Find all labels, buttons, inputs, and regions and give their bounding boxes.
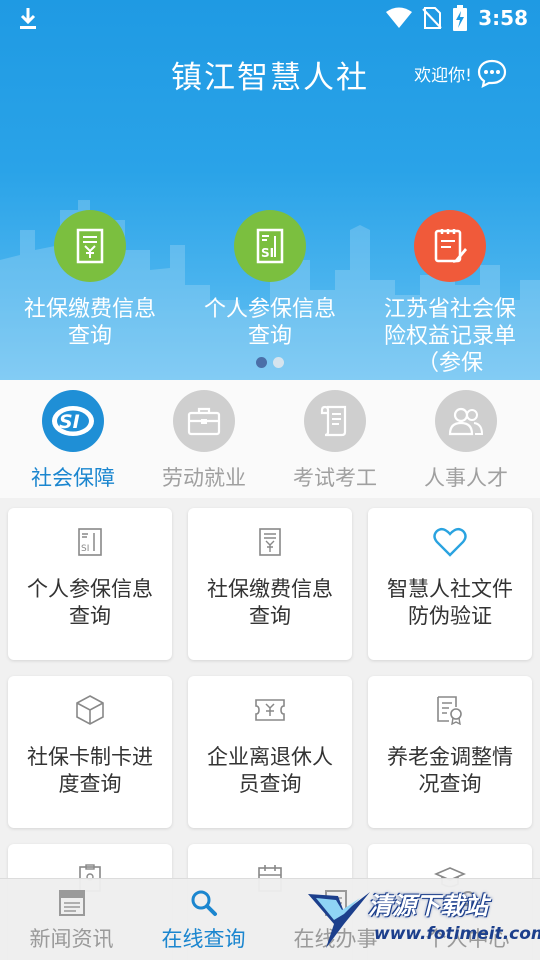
card-icon-wrap: [430, 522, 470, 562]
scroll-icon: [320, 405, 347, 437]
category-icon-circle: SI: [42, 390, 104, 452]
banner-pagination: [256, 357, 284, 368]
ticket-yen-icon: [255, 699, 285, 721]
si-card-icon: SI: [256, 228, 284, 264]
nav-label: 新闻资讯: [29, 927, 114, 951]
chat-bubble-icon: [477, 59, 507, 88]
download-icon: [20, 8, 36, 29]
card-icon-wrap: [430, 690, 470, 730]
tab-label: 考试考工: [293, 466, 377, 490]
card-label: 智慧人社文件防伪验证: [387, 577, 513, 628]
battery-charging-icon: [453, 5, 468, 31]
tab-label: 社会保障: [31, 466, 115, 490]
certificate-icon: [437, 696, 462, 725]
no-sim-icon: [422, 7, 442, 29]
service-card-retiree-query[interactable]: 企业离退休人员查询: [188, 676, 352, 828]
banner-icon-circle: SI: [234, 210, 306, 282]
tab-employment[interactable]: 劳动就业: [139, 390, 269, 492]
news-icon: [58, 890, 85, 916]
box-icon: [76, 695, 104, 725]
card-label: 社保卡制卡进度查询: [27, 745, 153, 796]
card-icon-wrap: [250, 690, 290, 730]
tab-social-security[interactable]: SI 社会保障: [8, 390, 138, 492]
category-tabs: SI 社会保障 劳动就业 考试考工 人事人才: [0, 380, 540, 498]
header-area: 3:58 镇江智慧人社 欢迎你! 社保缴费信息查询 SI 个人参保信息查询 江苏…: [0, 0, 540, 380]
service-card-document-verify[interactable]: 智慧人社文件防伪验证: [368, 508, 532, 660]
svg-text:SI: SI: [81, 544, 89, 554]
watermark-url: www.fotimeit.com: [374, 924, 540, 944]
nav-news[interactable]: 新闻资讯: [4, 887, 139, 953]
svg-text:SI: SI: [59, 411, 80, 433]
tab-exams[interactable]: 考试考工: [270, 390, 400, 492]
card-icon-wrap: [250, 522, 290, 562]
receipt-yen-icon: [259, 528, 281, 556]
card-icon-wrap: [70, 690, 110, 730]
banner-label: 社保缴费信息查询: [23, 297, 156, 349]
card-label: 养老金调整情况查询: [387, 745, 513, 796]
si-logo-icon: SI: [52, 406, 94, 436]
card-icon-wrap: SI: [70, 522, 110, 562]
category-icon-circle: [304, 390, 366, 452]
clipboard-pen-icon: [434, 229, 467, 263]
pagination-dot-active[interactable]: [256, 357, 267, 368]
service-card-payment-query[interactable]: 社保缴费信息查询: [188, 508, 352, 660]
service-card-card-progress[interactable]: 社保卡制卡进度查询: [8, 676, 172, 828]
watermark-name: 清源下载站: [368, 892, 488, 920]
status-time: 3:58: [478, 6, 528, 30]
banner-label: 江苏省社会保险权益记录单（参保: [383, 297, 516, 376]
pagination-dot[interactable]: [273, 357, 284, 368]
welcome-message-button[interactable]: 欢迎你!: [414, 58, 508, 88]
tab-label: 劳动就业: [162, 466, 246, 490]
category-icon-circle: [435, 390, 497, 452]
search-icon: [191, 890, 217, 916]
briefcase-icon: [187, 407, 221, 436]
watermark-emblem-icon: [308, 892, 370, 948]
si-card-icon: SI: [78, 528, 102, 556]
banner-item-payment-query[interactable]: 社保缴费信息查询: [0, 210, 180, 350]
nav-label: 在线查询: [161, 927, 246, 951]
category-icon-circle: [173, 390, 235, 452]
people-icon: [448, 407, 484, 436]
card-label: 社保缴费信息查询: [207, 577, 333, 628]
service-card-pension-adjust[interactable]: 养老金调整情况查询: [368, 676, 532, 828]
tab-personnel[interactable]: 人事人才: [401, 390, 531, 492]
banner-label: 个人参保信息查询: [203, 297, 336, 349]
banner-icon-circle: [414, 210, 486, 282]
tab-label: 人事人才: [424, 466, 508, 490]
card-label: 企业离退休人员查询: [207, 745, 333, 796]
service-card-personal-insurance[interactable]: SI 个人参保信息查询: [8, 508, 172, 660]
banner-item-rights-record[interactable]: 江苏省社会保险权益记录单（参保: [360, 210, 540, 377]
nav-icon-wrap: [188, 887, 220, 919]
banner-icon-circle: [54, 210, 126, 282]
svg-text:SI: SI: [261, 246, 274, 260]
nav-icon-wrap: [56, 887, 88, 919]
watermark-logo: 清源下载站 www.fotimeit.com: [300, 880, 540, 960]
receipt-yen-icon: [76, 228, 104, 264]
banner-item-personal-insurance[interactable]: SI 个人参保信息查询: [180, 210, 360, 350]
nav-online-query[interactable]: 在线查询: [136, 887, 271, 953]
card-label: 个人参保信息查询: [27, 577, 153, 628]
heart-icon: [433, 527, 467, 557]
welcome-text: 欢迎你!: [414, 65, 472, 86]
status-bar: 3:58: [0, 0, 540, 36]
wifi-icon: [386, 7, 413, 28]
